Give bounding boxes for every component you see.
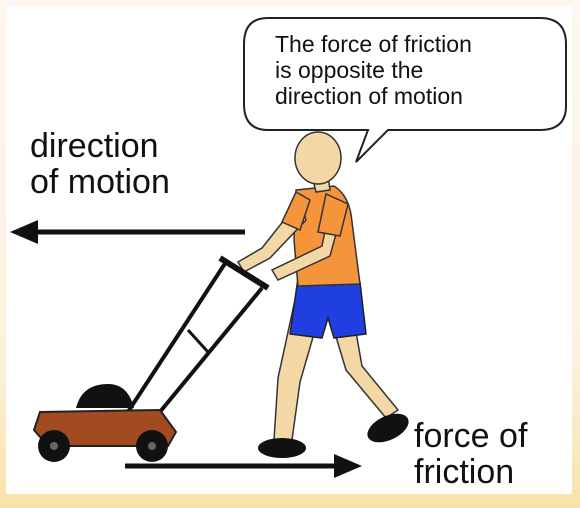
force-of-friction-label: force of friction: [414, 417, 528, 491]
speech-bubble-text: The force of friction is opposite the di…: [275, 31, 472, 109]
lawn-mower: [32, 255, 270, 462]
person-figure: [236, 131, 409, 458]
shoe-icon: [258, 438, 306, 458]
head: [294, 131, 342, 185]
motion-arrow: [10, 220, 245, 244]
direction-of-motion-label: direction of motion: [30, 127, 170, 201]
